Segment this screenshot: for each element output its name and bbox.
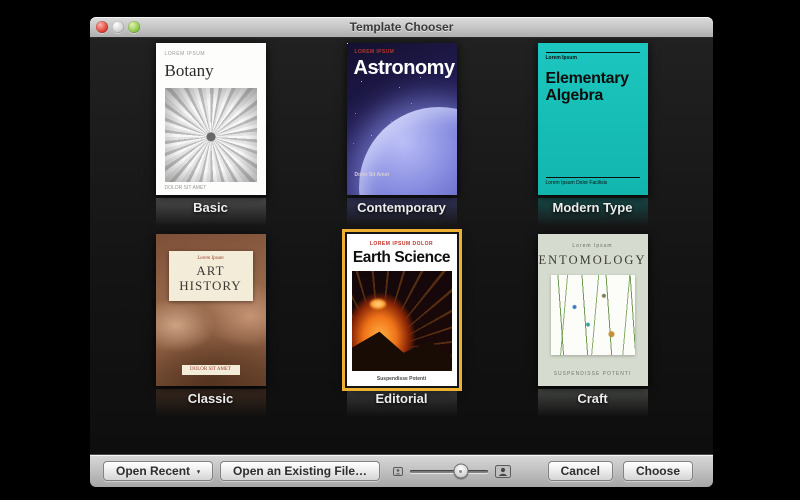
cover-footer: SUSPENDISSE POTENTI (553, 371, 632, 377)
volcano-photo (351, 271, 452, 371)
eruption-core (369, 299, 386, 309)
cover-footer: DOLOR SIT AMET (164, 185, 207, 191)
template-label-contemporary: Contemporary (357, 200, 446, 215)
open-recent-button[interactable]: Open Recent ▾ (103, 461, 214, 481)
toolbar-right-group: Cancel Choose (547, 461, 693, 481)
cover-title: Astronomy (353, 57, 456, 79)
insect-illustration (550, 275, 635, 355)
template-card-modern-type[interactable]: Lorem Ipsum Elementary Algebra Lorem Ips… (537, 43, 648, 234)
template-label-basic: Basic (193, 200, 228, 215)
cover-kicker: LOREM IPSUM (164, 51, 206, 57)
template-label-editorial: Editorial (375, 391, 428, 406)
cover-kicker: Lorem Ipsum (572, 243, 613, 249)
template-card-basic[interactable]: LOREM IPSUM Botany DOLOR SIT AMET Basic (155, 43, 266, 234)
botany-cover: LOREM IPSUM Botany DOLOR SIT AMET (155, 43, 266, 195)
elementary-algebra-cover: Lorem Ipsum Elementary Algebra Lorem Ips… (537, 43, 648, 195)
cover-title: ART HISTORY (179, 263, 242, 293)
zoom-icon[interactable] (128, 21, 140, 33)
template-card-editorial[interactable]: LOREM IPSUM DOLOR Earth Science Suspendi… (346, 234, 457, 425)
cancel-label: Cancel (560, 464, 600, 478)
cover-kicker: Lorem Ipsum (545, 55, 577, 61)
dahlia-flower-photo (164, 88, 257, 182)
window-controls (96, 21, 140, 33)
cover-footer: Lorem Ipsum Dolor Facilisis (545, 180, 608, 186)
large-thumbnail-icon (495, 464, 511, 478)
template-row-2: Lorem Ipsum ART HISTORY DOLOR SIT AMET C… (90, 234, 713, 425)
cancel-button[interactable]: Cancel (547, 461, 613, 481)
template-label-craft: Craft (577, 391, 608, 406)
template-chooser-window: Template Chooser LOREM IPSUM Botany DOLO… (90, 17, 713, 487)
template-label-classic: Classic (187, 391, 234, 406)
rule-line (545, 52, 640, 53)
template-label-modern-type: Modern Type (552, 200, 633, 215)
planet-photo (358, 107, 457, 195)
entomology-cover: Lorem Ipsum ENTOMOLOGY SUSPENDISSE POTEN… (537, 234, 648, 386)
cover-footer: Suspendisse Potenti (376, 376, 427, 382)
template-row-1: LOREM IPSUM Botany DOLOR SIT AMET Basic … (90, 43, 713, 234)
open-existing-file-label: Open an Existing File… (233, 464, 368, 478)
cover-title: Elementary Algebra (545, 70, 630, 105)
open-existing-file-button[interactable]: Open an Existing File… (220, 461, 381, 481)
template-card-classic[interactable]: Lorem Ipsum ART HISTORY DOLOR SIT AMET C… (155, 234, 266, 425)
toolbar-left-group: Open Recent ▾ Open an Existing File… (103, 461, 381, 481)
template-card-contemporary[interactable]: LOREM IPSUM Astronomy Dolor Sit Amet Con… (346, 43, 457, 234)
template-card-craft[interactable]: Lorem Ipsum ENTOMOLOGY SUSPENDISSE POTEN… (537, 234, 648, 425)
cover-title: ENTOMOLOGY (538, 253, 647, 267)
cover-footer-block: Lorem Ipsum Dolor Facilisis (538, 177, 648, 186)
title-bar[interactable]: Template Chooser (90, 17, 713, 38)
template-grid: LOREM IPSUM Botany DOLOR SIT AMET Basic … (90, 38, 713, 455)
stars (346, 43, 348, 44)
cover-kicker: LOREM IPSUM DOLOR (369, 241, 434, 247)
cover-kicker: Lorem Ipsum (197, 256, 224, 261)
window-title: Template Chooser (349, 20, 454, 34)
open-recent-label: Open Recent (116, 464, 191, 478)
bottom-toolbar: Open Recent ▾ Open an Existing File… Can… (90, 454, 713, 487)
title-plate: Lorem Ipsum ART HISTORY (168, 251, 253, 301)
popup-arrow-icon: ▾ (197, 469, 201, 475)
close-icon[interactable] (96, 21, 108, 33)
cover-kicker: LOREM IPSUM (354, 49, 395, 55)
cover-footer: Dolor Sit Amet (354, 172, 390, 178)
choose-button[interactable]: Choose (622, 461, 693, 481)
cover-footer: DOLOR SIT AMET (181, 365, 240, 375)
astronomy-cover: LOREM IPSUM Astronomy Dolor Sit Amet (346, 43, 457, 195)
small-thumbnail-icon (393, 466, 403, 476)
zoom-slider[interactable] (410, 463, 488, 479)
art-history-cover: Lorem Ipsum ART HISTORY DOLOR SIT AMET (155, 234, 266, 386)
cover-title: Earth Science (352, 249, 451, 266)
thumbnail-zoom-control (393, 463, 511, 479)
cover-title: Botany (164, 61, 214, 80)
minimize-icon[interactable] (112, 21, 124, 33)
zoom-slider-knob[interactable] (453, 463, 469, 479)
earth-science-cover: LOREM IPSUM DOLOR Earth Science Suspendi… (346, 234, 457, 386)
choose-label: Choose (635, 464, 680, 478)
rule-line (545, 177, 640, 178)
